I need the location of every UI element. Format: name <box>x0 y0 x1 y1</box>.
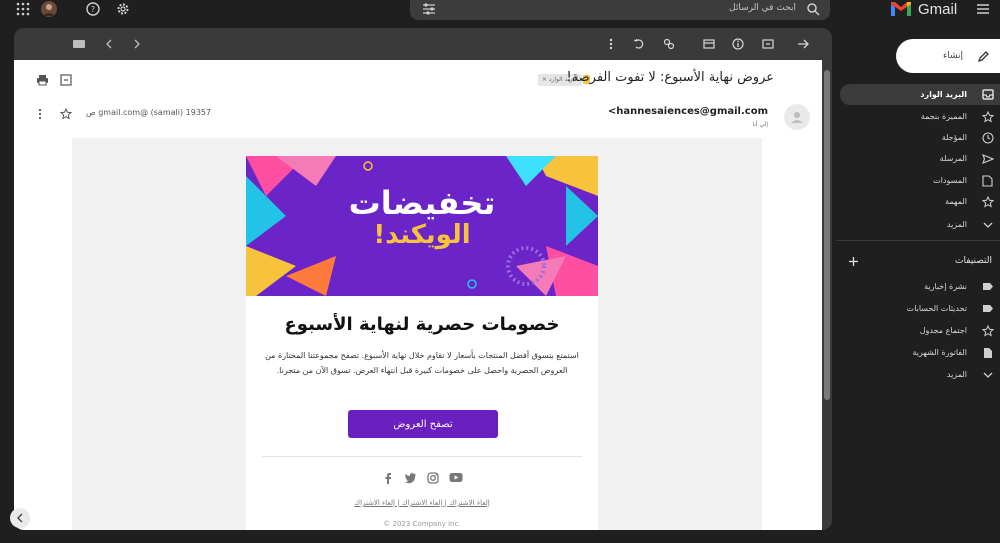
archive-icon[interactable] <box>702 37 716 51</box>
star-icon[interactable] <box>60 108 72 120</box>
important-star-icon <box>981 195 994 208</box>
print-icon[interactable] <box>36 74 49 86</box>
sidebar-item-inbox[interactable]: البريد الوارد <box>840 84 1000 105</box>
chevron-down-icon <box>981 218 994 231</box>
email-view-panel: البريد الوارد × عروض نهاية الأسبوع: لا ت… <box>14 28 832 530</box>
document-icon <box>981 346 994 359</box>
label-icon <box>981 280 994 293</box>
sidebar-item-more[interactable]: المزيد <box>840 214 1000 235</box>
newsletter-paragraph: استمتع بتسوق أفضل المنتجات بأسعار لا تقا… <box>265 351 579 375</box>
sidebar-item-label: المرسلة <box>939 154 967 163</box>
sidebar-item-label: المزيد <box>946 370 967 379</box>
facebook-icon[interactable] <box>382 472 394 484</box>
chevron-left-icon <box>17 513 23 523</box>
search-bar[interactable]: ابحث في الرسائل <box>410 0 830 20</box>
inbox-icon <box>981 88 994 101</box>
chevron-down-icon <box>981 368 994 381</box>
search-options-icon[interactable] <box>422 3 436 15</box>
svg-text:?: ? <box>91 5 95 14</box>
star-icon <box>981 324 994 337</box>
compose-button[interactable]: إنشاء <box>896 39 1000 73</box>
main-menu-icon[interactable] <box>974 0 992 18</box>
newsletter-heading: خصومات حصرية لنهاية الأسبوع <box>284 314 560 335</box>
open-new-window-icon[interactable] <box>60 74 72 86</box>
email-toolbar <box>14 28 832 60</box>
sidebar-item-label: المميزة بنجمة <box>920 112 967 121</box>
instagram-icon[interactable] <box>426 472 439 484</box>
more-vert-icon[interactable] <box>38 108 42 120</box>
app-name: Gmail <box>918 0 958 18</box>
copyright-text: © 2023 Company Inc. <box>383 520 461 528</box>
newsletter-background: تخفيضات الويكند! خصومات حصرية لنهاية الأ… <box>72 138 762 530</box>
send-icon <box>981 152 994 165</box>
sidebar-label-meeting[interactable]: اجتماع مجدول <box>840 320 1000 341</box>
twitter-icon[interactable] <box>404 472 417 484</box>
sidebar-item-label: تحديثات الحسابات <box>906 304 967 313</box>
sender-avatar <box>784 104 810 130</box>
apps-grid-icon[interactable] <box>14 0 32 18</box>
email-scrollbar[interactable] <box>822 60 832 530</box>
scrollbar-thumb[interactable] <box>824 70 830 400</box>
email-timestamp: 19357 (samali) @gmail.com ص <box>86 108 212 117</box>
compose-label: إنشاء <box>942 51 963 61</box>
sender-address[interactable]: <hannesaiences@gmail.com <box>608 106 768 117</box>
collapse-side-panel-button[interactable] <box>10 508 30 528</box>
newsletter-divider <box>262 456 582 457</box>
social-links <box>246 472 598 484</box>
sidebar-item-label: المهمة <box>945 197 967 206</box>
sidebar-item-label: البريد الوارد <box>920 90 967 99</box>
sidebar-item-starred[interactable]: المميزة بنجمة <box>840 106 1000 127</box>
add-label-icon[interactable] <box>848 256 859 267</box>
back-arrow-icon[interactable] <box>796 37 810 51</box>
star-icon <box>981 110 994 123</box>
promo-banner: تخفيضات الويكند! <box>246 156 598 296</box>
sidebar-label-invoice[interactable]: الفاتورة الشهرية <box>840 342 1000 363</box>
email-content: البريد الوارد × عروض نهاية الأسبوع: لا ت… <box>14 60 822 530</box>
sidebar-item-drafts[interactable]: المسودات <box>840 170 1000 191</box>
more-vert-icon[interactable] <box>604 37 618 51</box>
label-tag-icon[interactable] <box>662 37 676 51</box>
browse-offers-button[interactable]: تصفح العروض <box>348 410 498 438</box>
search-placeholder: ابحث في الرسائل <box>729 3 796 13</box>
sidebar-item-label: المؤجلة <box>941 133 967 142</box>
sidebar-label-newsletter[interactable]: نشرة إخبارية <box>840 276 1000 297</box>
email-subject: عروض نهاية الأسبوع: لا تفوت الفرصة! <box>566 70 774 85</box>
banner-title-line1: تخفيضات <box>348 184 496 222</box>
chevron-left-icon[interactable] <box>102 37 116 51</box>
info-icon[interactable] <box>731 37 745 51</box>
draft-icon <box>981 174 994 187</box>
banner-title-line2: الويكند! <box>373 220 471 250</box>
sidebar-item-important[interactable]: المهمة <box>840 191 1000 212</box>
sidebar-item-label: اجتماع مجدول <box>919 326 967 335</box>
sidebar-item-label: نشرة إخبارية <box>924 282 967 291</box>
footer-links[interactable]: إلغاء الاشتراك | إلغاء الاشتراك | إلغاء … <box>246 499 598 507</box>
sidebar-item-snoozed[interactable]: المؤجلة <box>840 127 1000 148</box>
keyboard-icon[interactable] <box>72 37 86 51</box>
help-icon[interactable]: ? <box>84 0 102 18</box>
sidebar-item-label: المسودات <box>933 176 967 185</box>
gmail-m-icon <box>891 2 911 16</box>
labels-title: التصنيفات <box>955 256 992 266</box>
search-icon[interactable] <box>806 2 820 16</box>
sidebar-item-label: الفاتورة الشهرية <box>912 348 967 357</box>
move-to-icon[interactable] <box>761 37 775 51</box>
chevron-right-icon[interactable] <box>130 37 144 51</box>
youtube-icon[interactable] <box>449 472 463 484</box>
settings-gear-icon[interactable] <box>114 0 132 18</box>
pencil-icon <box>977 50 990 63</box>
gmail-logo[interactable]: Gmail <box>890 0 957 18</box>
sidebar-divider <box>836 240 1000 241</box>
sidebar-item-sent[interactable]: المرسلة <box>840 148 1000 169</box>
top-bar: ? ابحث في الرسائل Gmail <box>0 0 1000 24</box>
clock-icon <box>981 131 994 144</box>
account-avatar[interactable] <box>40 0 58 18</box>
label-icon <box>981 302 994 315</box>
reply-icon[interactable] <box>632 37 646 51</box>
recipient-to-me[interactable]: إلي أنا <box>752 121 768 128</box>
sidebar-label-more[interactable]: المزيد <box>840 364 1000 385</box>
newsletter-card: تخفيضات الويكند! خصومات حصرية لنهاية الأ… <box>246 156 598 530</box>
sidebar-item-label: المزيد <box>946 220 967 229</box>
labels-header: التصنيفات <box>840 252 1000 270</box>
sidebar-label-account-updates[interactable]: تحديثات الحسابات <box>840 298 1000 319</box>
